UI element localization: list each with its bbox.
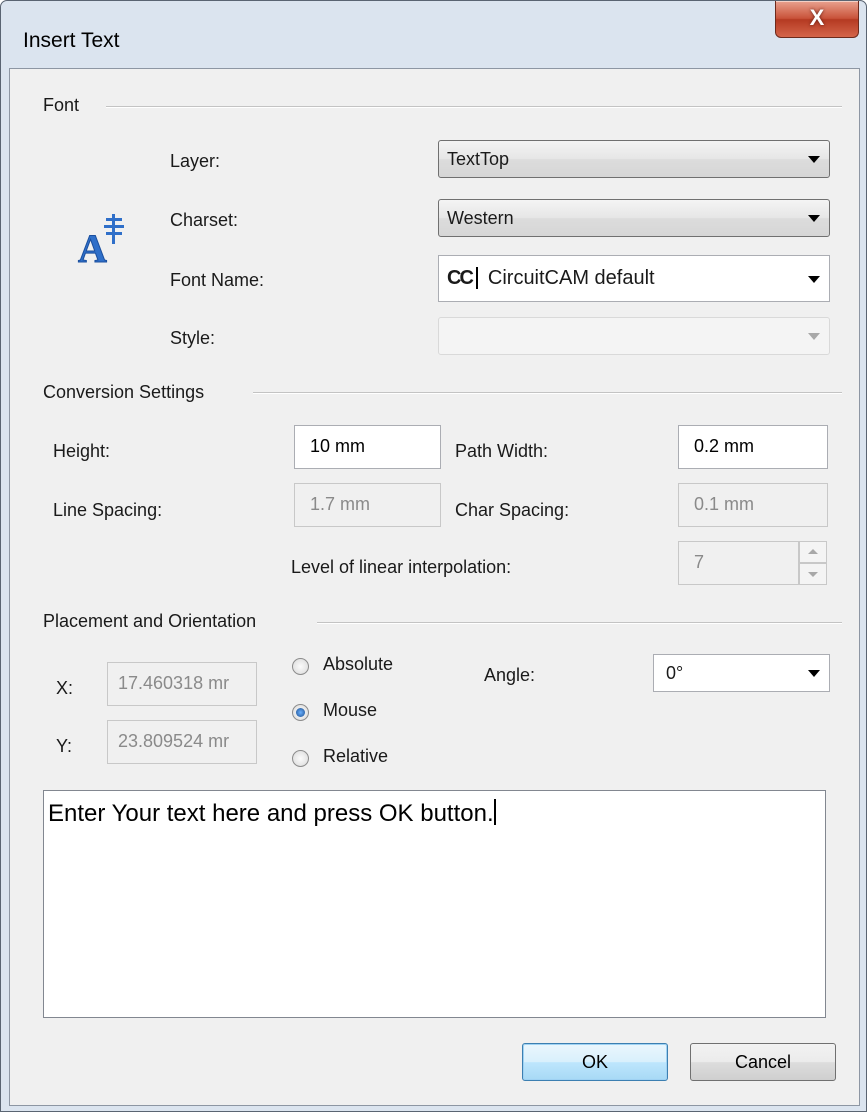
x-coordinate-input: 17.460318 mr [107,662,257,706]
char-spacing-input: 0.1 mm [678,483,828,527]
radio-absolute[interactable] [292,658,309,675]
height-input[interactable]: 10 mm [294,425,441,469]
close-icon: X [809,5,825,30]
font-name-value: CircuitCAM default [487,267,655,289]
angle-label: Angle: [484,665,536,685]
char-spacing-label: Char Spacing: [455,500,570,520]
placement-group-divider [317,622,842,624]
font-group-label: Font [43,95,92,116]
svg-text:A: A [78,226,107,268]
charset-label: Charset: [170,210,239,230]
window-title: Insert Text [23,29,120,52]
close-button[interactable]: X [775,1,859,38]
charset-value: Western [447,208,514,228]
chevron-down-icon [808,333,820,340]
chevron-down-icon [808,156,820,163]
path-width-label: Path Width: [455,441,549,461]
interpolation-spinner-input: 7 [678,541,799,585]
spin-up-button [799,541,827,563]
chevron-down-icon [808,215,820,222]
angle-combo[interactable]: 0° [653,654,830,692]
y-coordinate-input: 23.809524 mr [107,720,257,764]
dialog-window: Insert Text X Font A Layer: TextTop Char… [0,0,867,1112]
ok-button[interactable]: OK [522,1043,668,1081]
radio-relative[interactable] [292,750,309,767]
conversion-group-label: Conversion Settings [43,382,217,403]
style-combo [438,317,830,355]
spin-down-button [799,563,827,585]
line-spacing-input: 1.7 mm [294,483,441,527]
text-input-value: Enter Your text here and press OK button… [48,800,494,827]
interpolation-label: Level of linear interpolation: [291,557,512,577]
path-width-input[interactable]: 0.2 mm [678,425,828,469]
radio-mouse[interactable] [292,704,309,721]
line-spacing-label: Line Spacing: [53,500,163,520]
cancel-button[interactable]: Cancel [690,1043,836,1081]
chevron-down-icon [808,276,820,283]
conversion-group-divider [253,392,842,394]
font-name-label: Font Name: [170,270,265,290]
radio-absolute-label[interactable]: Absolute [323,654,393,675]
truetype-font-icon: CC [447,267,478,289]
style-label: Style: [170,328,216,348]
dialog-client-area: Font A Layer: TextTop Charset: Western F… [9,68,860,1106]
y-label: Y: [56,736,73,756]
radio-mouse-label[interactable]: Mouse [323,700,377,721]
font-name-combo[interactable]: CC CircuitCAM default [438,255,830,302]
radio-relative-label[interactable]: Relative [323,746,388,767]
layer-combo[interactable]: TextTop [438,140,830,178]
placement-group-label: Placement and Orientation [43,611,269,632]
angle-value: 0° [666,663,684,683]
chevron-down-icon [808,670,820,677]
radio-selected-dot [296,708,305,717]
text-caret [493,799,496,825]
layer-label: Layer: [170,151,221,171]
x-label: X: [56,678,74,698]
height-label: Height: [53,441,111,461]
text-input-area[interactable]: Enter Your text here and press OK button… [43,790,826,1018]
charset-combo[interactable]: Western [438,199,830,237]
font-charset-icon: A [78,214,124,268]
font-group-divider [106,106,842,108]
layer-value: TextTop [447,149,510,169]
